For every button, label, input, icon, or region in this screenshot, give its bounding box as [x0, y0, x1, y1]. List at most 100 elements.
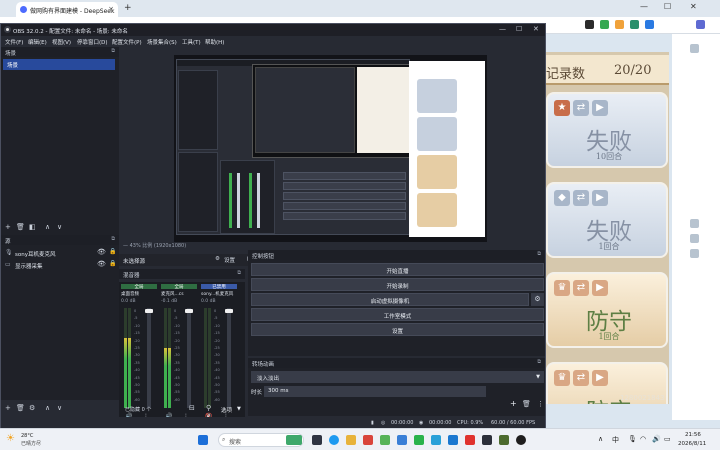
edge-icon[interactable]: [329, 435, 339, 445]
source-item[interactable]: ▭ 显示器采集 👁 🔒: [5, 260, 117, 270]
add-scene-icon[interactable]: +: [5, 223, 11, 231]
dock-float-icon[interactable]: ⧉: [237, 270, 241, 276]
app-icon[interactable]: [465, 435, 475, 445]
move-up-icon[interactable]: ∧: [45, 404, 50, 412]
dock-float-icon[interactable]: ⧉: [537, 251, 541, 257]
copilot-icon[interactable]: [696, 20, 705, 29]
widget-scene-icon[interactable]: [286, 435, 302, 445]
menu-tools[interactable]: 工具(T): [182, 38, 201, 46]
source-properties-gear-icon[interactable]: ⚙: [29, 404, 35, 412]
browser-tab[interactable]: 做网购有界面建模 - DeepSeek ×: [16, 2, 118, 17]
menu-scene-collection[interactable]: 场景集合(S): [147, 38, 177, 46]
side-panel-icon[interactable]: [690, 44, 699, 53]
weather-temperature[interactable]: 28°C: [21, 433, 33, 439]
scene-item[interactable]: 场景: [3, 59, 115, 70]
app-icon[interactable]: [363, 435, 373, 445]
menu-edit[interactable]: 编辑(E): [28, 38, 47, 46]
clock-time[interactable]: 21:56: [685, 432, 701, 438]
input-method-icon[interactable]: 中: [612, 435, 619, 445]
obs-maximize-button[interactable]: ☐: [516, 25, 522, 33]
mixer-options-dropdown[interactable]: 选项: [221, 406, 232, 414]
start-recording-button[interactable]: 开始录制: [251, 278, 544, 291]
source-item[interactable]: 🎙 sony耳机麦克风 👁 🔒: [5, 248, 117, 258]
tray-chevron-icon[interactable]: ∧: [598, 435, 603, 443]
lock-icon[interactable]: 🔒: [109, 260, 116, 267]
lock-icon[interactable]: 🔒: [109, 248, 116, 255]
clock-date[interactable]: 2026/8/11: [678, 441, 706, 447]
volume-fader-knob[interactable]: [185, 309, 193, 313]
volume-fader[interactable]: [225, 308, 233, 408]
obs-minimize-button[interactable]: —: [499, 25, 506, 33]
record-card[interactable]: ◆ ⇄ ▶ 失败 1回合: [546, 182, 668, 258]
preview-canvas[interactable]: [174, 55, 487, 242]
volume-fader[interactable]: [185, 308, 193, 408]
extension-icon[interactable]: [630, 20, 639, 29]
virtual-camera-gear-icon[interactable]: ⚙: [531, 293, 544, 306]
studio-mode-button[interactable]: 工作室模式: [251, 308, 544, 321]
remove-transition-icon[interactable]: 🗑: [522, 400, 531, 408]
move-down-icon[interactable]: ∨: [57, 404, 62, 412]
add-source-icon[interactable]: +: [5, 404, 11, 412]
visibility-eye-icon[interactable]: 👁: [97, 260, 106, 268]
remove-source-icon[interactable]: 🗑: [16, 404, 25, 412]
menu-file[interactable]: 文件(F): [5, 38, 23, 46]
extension-icon[interactable]: [585, 20, 594, 29]
side-panel-icon[interactable]: [690, 249, 699, 258]
volume-icon[interactable]: 🔊: [652, 435, 661, 443]
volume-fader-knob[interactable]: [225, 309, 233, 313]
dock-float-icon[interactable]: ⧉: [111, 48, 115, 54]
filters-icon[interactable]: ◧: [29, 223, 36, 231]
visibility-eye-icon[interactable]: 👁: [97, 248, 106, 256]
move-down-icon[interactable]: ∨: [57, 223, 62, 231]
app-icon[interactable]: [431, 435, 441, 445]
start-streaming-button[interactable]: 开始直播: [251, 263, 544, 276]
battery-icon[interactable]: ▭: [664, 435, 671, 443]
menu-view[interactable]: 视图(V): [52, 38, 71, 46]
dock-float-icon[interactable]: ⧉: [537, 359, 541, 365]
dock-float-icon[interactable]: ⧉: [111, 236, 115, 242]
app-icon[interactable]: [397, 435, 407, 445]
link-icon[interactable]: ⚲: [206, 404, 211, 412]
record-card[interactable]: ★ ⇄ ▶ 失败 10回合: [546, 92, 668, 168]
extension-icon[interactable]: [645, 20, 654, 29]
new-tab-button[interactable]: +: [124, 3, 132, 13]
start-windows-icon[interactable]: [198, 435, 208, 445]
transition-select[interactable]: 淡入淡出 ▼: [251, 371, 544, 383]
extension-icon[interactable]: [615, 20, 624, 29]
properties-button[interactable]: 设置: [224, 256, 235, 264]
extension-icon[interactable]: [600, 20, 609, 29]
move-up-icon[interactable]: ∧: [45, 223, 50, 231]
remove-scene-icon[interactable]: 🗑: [16, 223, 25, 231]
obs-close-button[interactable]: ✕: [533, 25, 539, 33]
tab-close-icon[interactable]: ×: [108, 5, 114, 13]
app-icon[interactable]: [499, 435, 509, 445]
wifi-icon[interactable]: ◠: [640, 435, 646, 443]
mixer-channel-name[interactable]: sony...机麦克风: [201, 291, 237, 297]
volume-fader[interactable]: [145, 308, 153, 408]
wechat-icon[interactable]: [414, 435, 424, 445]
mixer-channel-name[interactable]: 麦克风...cs: [161, 291, 197, 297]
mixer-layout-icon[interactable]: ⊟: [189, 404, 195, 412]
weather-sun-icon[interactable]: ☀: [6, 433, 15, 444]
minimize-button[interactable]: —: [640, 2, 648, 11]
app-icon[interactable]: [448, 435, 458, 445]
close-button[interactable]: ✕: [690, 2, 697, 11]
task-view-icon[interactable]: [312, 435, 322, 445]
mixer-channel-name[interactable]: 桌面音频: [121, 291, 157, 297]
side-panel-icon[interactable]: [690, 219, 699, 228]
settings-button[interactable]: 设置: [251, 323, 544, 336]
properties-gear-icon[interactable]: ⚙: [215, 256, 220, 262]
record-card[interactable]: ♛ ⇄ ▶ 防守 1回合: [546, 272, 668, 348]
file-explorer-icon[interactable]: [346, 435, 356, 445]
add-transition-icon[interactable]: +: [510, 399, 517, 408]
start-virtual-camera-button[interactable]: 启动虚拟摄像机: [251, 293, 529, 306]
obs-taskbar-icon[interactable]: [516, 435, 526, 445]
menu-docks[interactable]: 停靠窗口(D): [77, 38, 108, 46]
menu-help[interactable]: 帮助(H): [205, 38, 224, 46]
more-options-icon[interactable]: ⋮: [537, 400, 544, 408]
microphone-tray-icon[interactable]: 🎙: [628, 435, 637, 443]
app-icon[interactable]: [380, 435, 390, 445]
side-panel-icon[interactable]: [690, 234, 699, 243]
volume-fader-knob[interactable]: [145, 309, 153, 313]
duration-field[interactable]: 300 ms: [264, 386, 486, 397]
